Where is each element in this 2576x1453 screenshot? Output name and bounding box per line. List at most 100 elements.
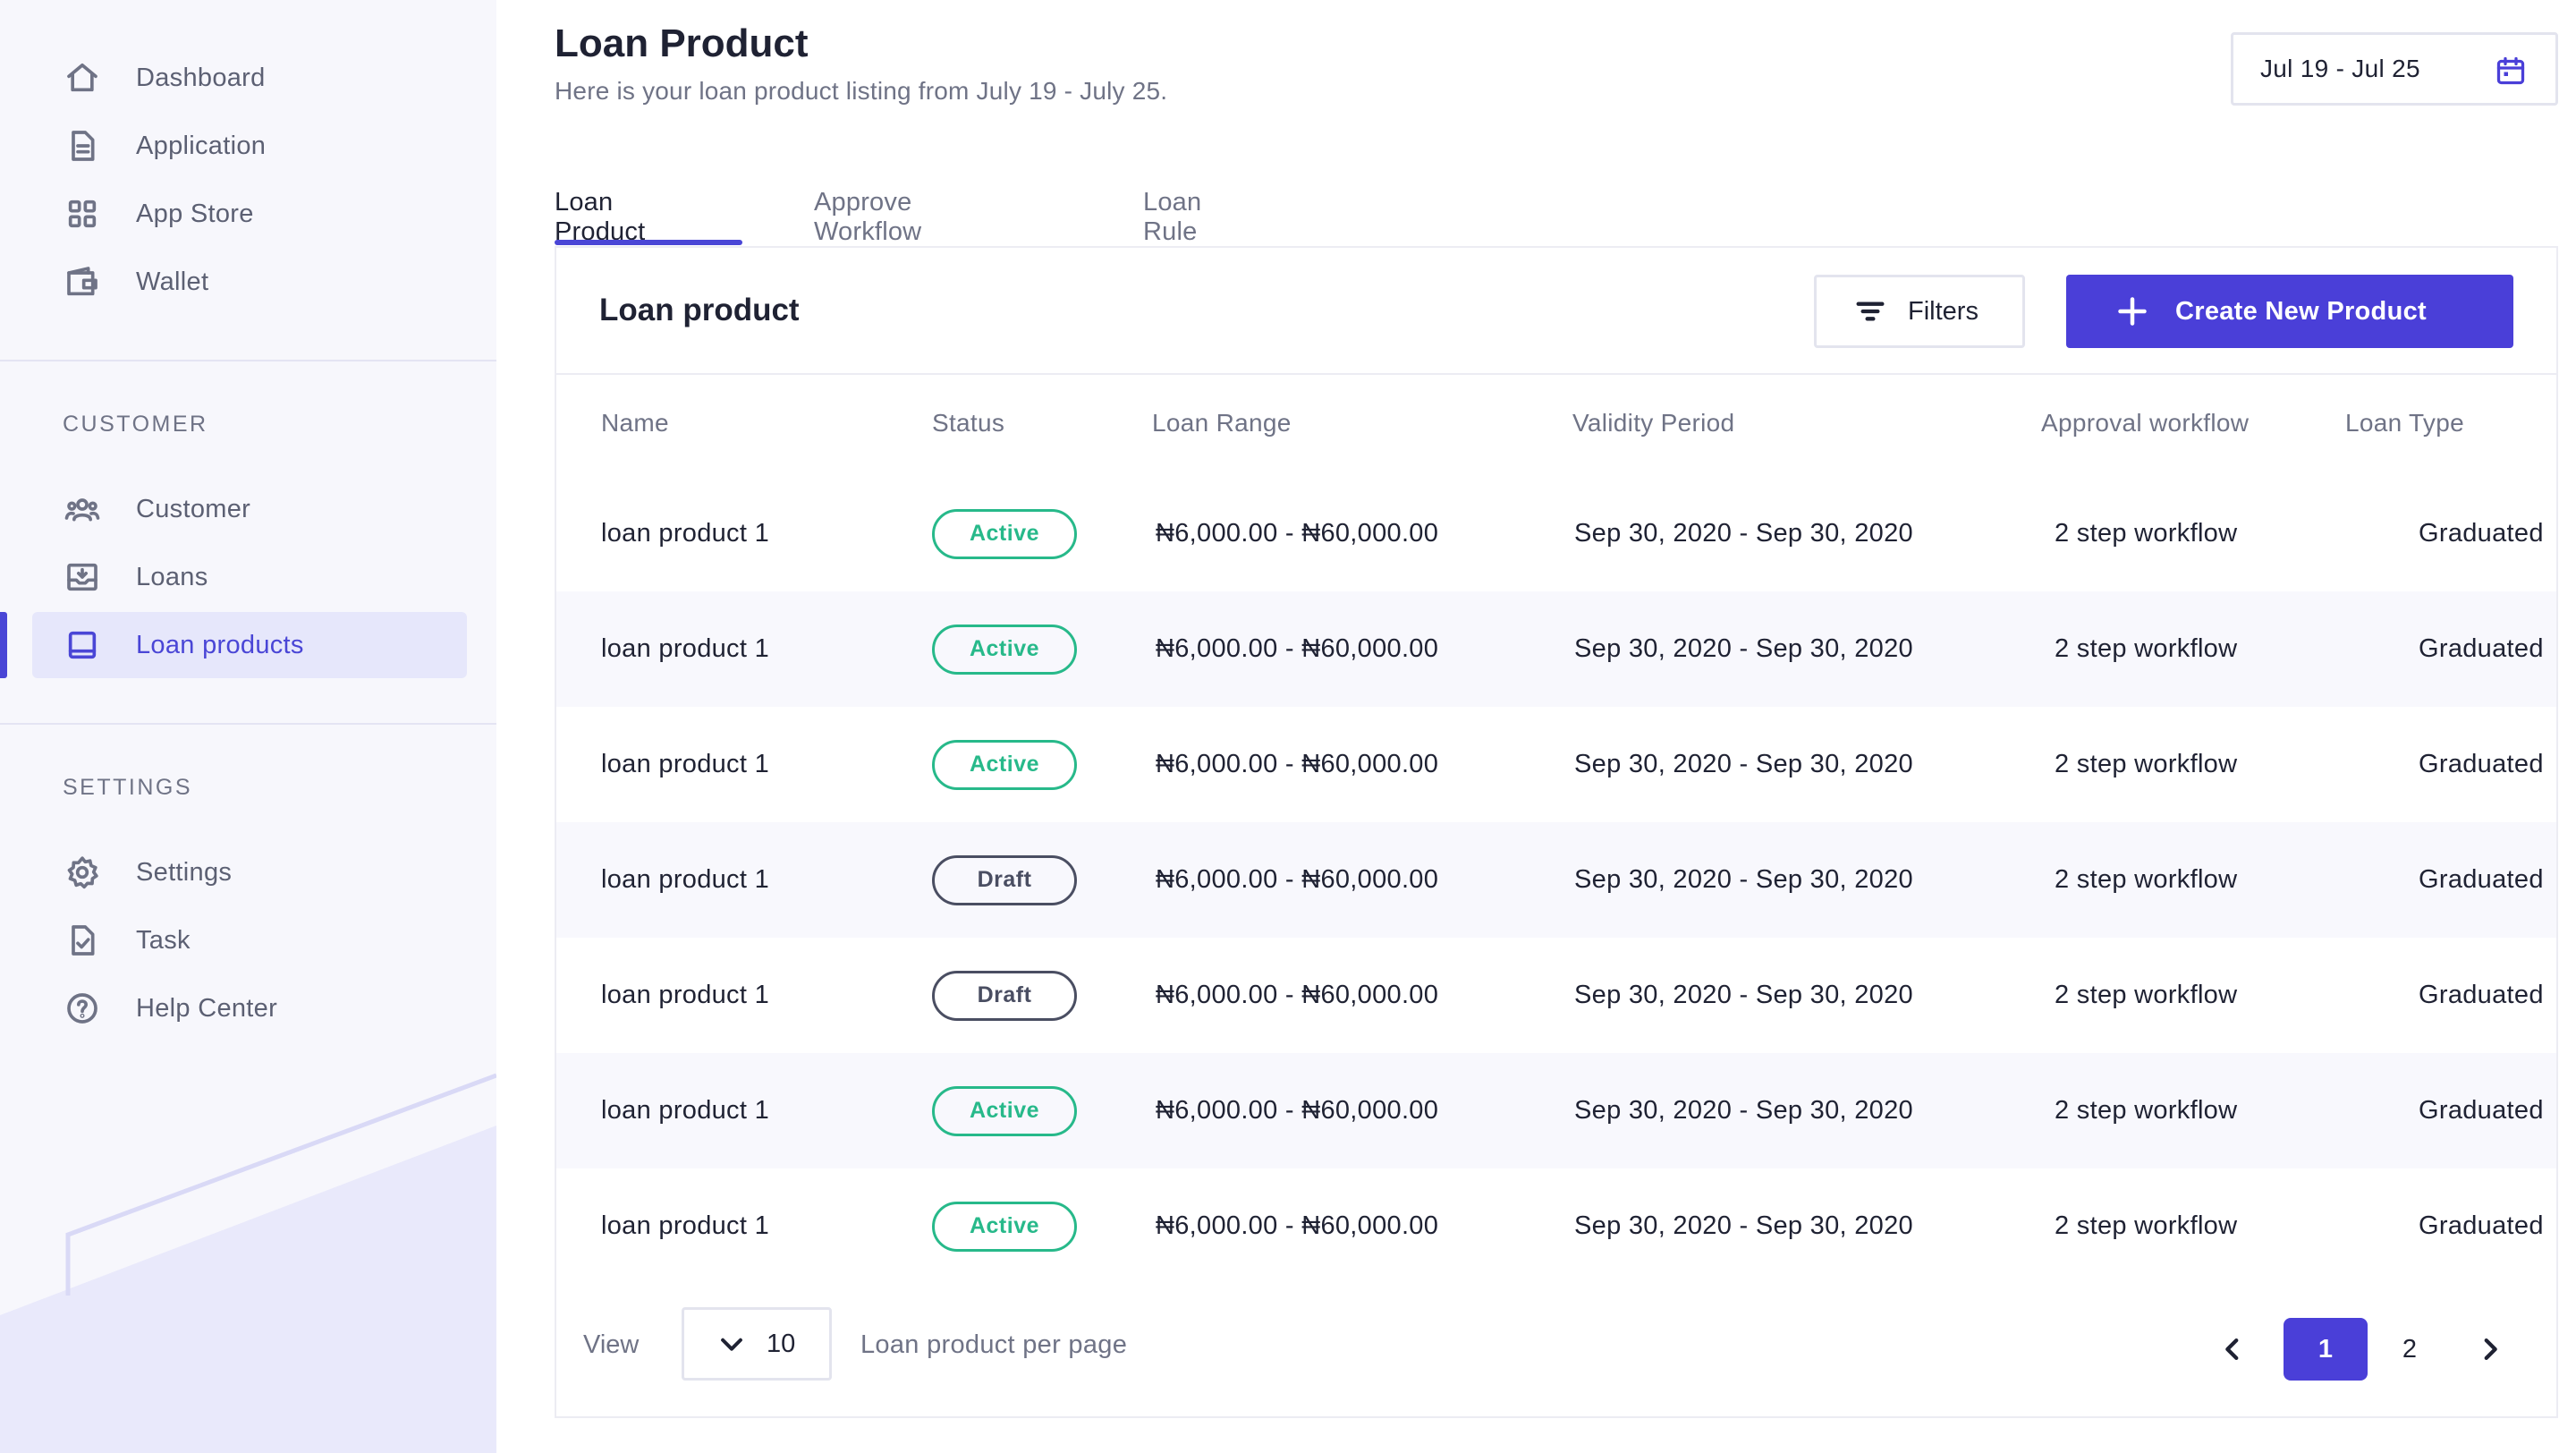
table-row[interactable]: loan product 1 Active ₦6,000.00 - ₦60,000.… [556,476,2556,591]
column-header-loan-type: Loan Type [2345,409,2464,437]
table-row[interactable]: loan product 1 Draft ₦6,000.00 - ₦60,000.0… [556,822,2556,938]
cell-loan-range: ₦6,000.00 - ₦60,000.00 [1156,1096,1439,1125]
sidebar-divider [0,360,496,361]
sidebar-item-app-store[interactable]: App Store [32,181,467,247]
column-header-status: Status [932,409,1005,437]
sidebar-item-label: Application [136,131,267,160]
wallet-icon [63,262,102,302]
tab-approve-workflow[interactable]: Approve Workflow [814,188,921,247]
per-page-label: Loan product per page [860,1330,1128,1359]
chevron-left-icon [2225,1338,2239,1361]
previous-page-button[interactable] [2206,1318,2259,1381]
cell-status: Draft [932,822,1077,938]
table-row[interactable]: loan product 1 Active ₦6,000.00 - ₦60,000.… [556,591,2556,707]
cell-loan-type: Graduated [2419,750,2544,778]
section-title-settings: SETTINGS [63,775,193,800]
date-range-value: Jul 19 - Jul 25 [2260,55,2420,82]
cell-loan-range: ₦6,000.00 - ₦60,000.00 [1156,981,1439,1009]
status-badge: Active [932,508,1077,559]
status-badge: Active [932,739,1077,790]
date-range-picker[interactable]: Jul 19 - Jul 25 [2231,32,2558,106]
cell-loan-range: ₦6,000.00 - ₦60,000.00 [1156,750,1439,778]
cell-validity-period: Sep 30, 2020 - Sep 30, 2020 [1574,1211,1913,1240]
column-header-validity-period: Validity Period [1572,409,1735,437]
cell-loan-type: Graduated [2419,865,2544,894]
active-tab-underline [555,240,742,245]
cell-status: Active [932,1168,1077,1284]
calendar-icon [2496,56,2525,85]
table-row[interactable]: loan product 1 Active ₦6,000.00 - ₦60,000.… [556,1168,2556,1284]
view-label: View [583,1330,640,1359]
cell-loan-range: ₦6,000.00 - ₦60,000.00 [1156,865,1439,894]
status-badge: Active [932,624,1077,675]
cell-validity-period: Sep 30, 2020 - Sep 30, 2020 [1574,634,1913,663]
cell-loan-range: ₦6,000.00 - ₦60,000.00 [1156,634,1439,663]
tab-loan-rule[interactable]: Loan Rule [1143,188,1201,247]
sidebar-item-label: Loans [136,562,208,591]
cell-loan-type: Graduated [2419,1211,2544,1240]
section-title-customer: CUSTOMER [63,412,208,437]
cell-name: loan product 1 [601,865,769,894]
cell-validity-period: Sep 30, 2020 - Sep 30, 2020 [1574,519,1913,548]
plus-icon [2118,297,2147,326]
create-label: Create New Product [2175,296,2427,326]
sidebar-item-loan-products[interactable]: Loan products [32,612,467,678]
status-badge: Draft [932,854,1077,905]
create-new-product-button[interactable]: Create New Product [2066,275,2513,348]
sidebar-item-label: App Store [136,199,254,228]
cell-status: Draft [932,938,1077,1053]
sidebar-item-task[interactable]: Task [32,907,467,973]
sidebar-item-loans[interactable]: Loans [32,544,467,610]
sidebar-item-label: Customer [136,494,251,523]
loan-product-card: Loan product Filters Create New Product … [555,246,2558,1418]
cell-name: loan product 1 [601,634,769,663]
per-page-select[interactable]: 10 [682,1307,832,1381]
cell-validity-period: Sep 30, 2020 - Sep 30, 2020 [1574,865,1913,894]
cell-approval-workflow: 2 step workflow [2055,981,2238,1009]
filters-button[interactable]: Filters [1814,275,2025,348]
sidebar-item-settings[interactable]: Settings [32,839,467,905]
cell-status: Active [932,1053,1077,1168]
chevron-down-icon [721,1338,742,1351]
next-page-button[interactable] [2463,1318,2517,1381]
cell-approval-workflow: 2 step workflow [2055,1096,2238,1125]
sidebar-item-label: Settings [136,857,233,887]
sidebar-item-application[interactable]: Application [32,113,467,179]
sidebar-item-label: Help Center [136,993,278,1023]
cell-name: loan product 1 [601,981,769,1009]
page-subtitle: Here is your loan product listing from J… [555,77,1168,105]
status-badge: Active [932,1201,1077,1252]
table-row[interactable]: loan product 1 Active ₦6,000.00 - ₦60,000.… [556,707,2556,822]
cell-approval-workflow: 2 step workflow [2055,519,2238,548]
inbox-icon [63,557,102,597]
page-button-2[interactable]: 2 [2368,1318,2452,1381]
page-button-1[interactable]: 1 [2284,1318,2368,1381]
book-icon [63,625,102,665]
cell-loan-type: Graduated [2419,1096,2544,1125]
sidebar: Dashboard Application App Store Wallet C… [0,0,496,1453]
per-page-value: 10 [767,1329,796,1358]
sidebar-item-wallet[interactable]: Wallet [32,249,467,315]
cell-loan-range: ₦6,000.00 - ₦60,000.00 [1156,519,1439,548]
tab-loan-product[interactable]: Loan Product [555,188,645,247]
sidebar-item-customer[interactable]: Customer [32,476,467,542]
task-icon [63,921,102,960]
cell-name: loan product 1 [601,1096,769,1125]
users-icon [63,489,102,529]
table-row[interactable]: loan product 1 Active ₦6,000.00 - ₦60,000.… [556,1053,2556,1168]
document-icon [63,126,102,166]
page-title: Loan Product [555,21,809,65]
cell-validity-period: Sep 30, 2020 - Sep 30, 2020 [1574,750,1913,778]
app-root: Dashboard Application App Store Wallet C… [0,0,2576,1453]
cell-loan-type: Graduated [2419,519,2544,548]
sidebar-item-help-center[interactable]: Help Center [32,975,467,1041]
cell-loan-type: Graduated [2419,634,2544,663]
card-header-divider [556,373,2556,375]
column-header-approval-workflow: Approval workflow [2041,409,2250,437]
cell-loan-type: Graduated [2419,981,2544,1009]
table-row[interactable]: loan product 1 Draft ₦6,000.00 - ₦60,000.0… [556,938,2556,1053]
sidebar-item-label: Dashboard [136,63,266,92]
sidebar-item-dashboard[interactable]: Dashboard [32,45,467,111]
active-indicator [0,612,7,678]
status-badge: Draft [932,970,1077,1021]
